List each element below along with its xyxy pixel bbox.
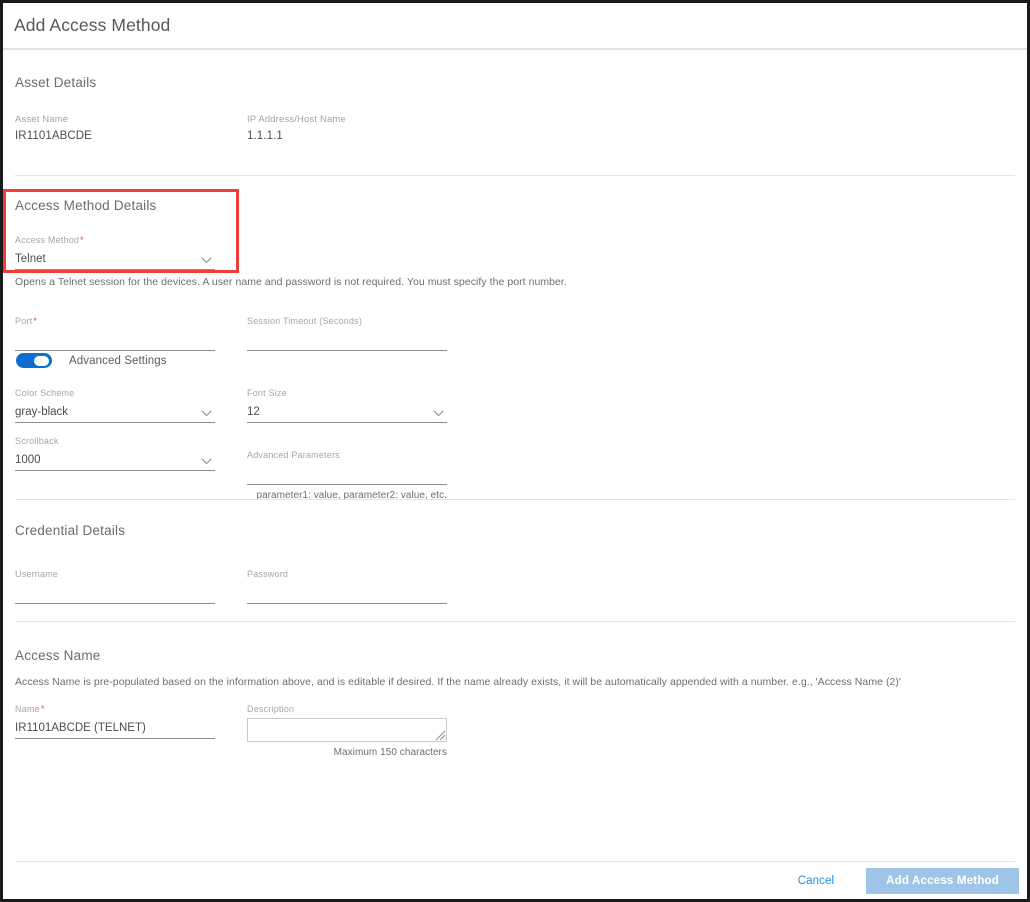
access-method-field: Access Method* [15, 235, 215, 270]
name-field: Name* [15, 704, 215, 739]
font-size-select[interactable] [247, 402, 447, 423]
credential-details-title: Credential Details [15, 523, 126, 538]
username-input[interactable] [15, 586, 215, 604]
ip-host-value: 1.1.1.1 [247, 130, 283, 142]
session-timeout-field: Session Timeout (Seconds) [247, 316, 447, 351]
password-field: Password [247, 569, 447, 604]
advanced-parameters-input[interactable] [247, 467, 447, 485]
access-method-select[interactable] [15, 249, 215, 270]
name-label: Name* [15, 704, 215, 714]
font-size-field: Font Size [247, 388, 447, 423]
access-method-details-section: Access Method Details Access Method* [3, 198, 1027, 270]
asset-details-title: Asset Details [15, 75, 97, 90]
description-textarea[interactable] [247, 718, 447, 742]
access-name-description-text: Access Name is pre-populated based on th… [15, 676, 902, 688]
port-input[interactable] [15, 333, 215, 351]
advanced-parameters-field: Advanced Parameters parameter1: value, p… [247, 450, 447, 501]
port-label-text: Port [15, 316, 33, 326]
dialog-window: Add Access Method Asset Details Asset Na… [0, 0, 1030, 902]
description-label: Description [247, 704, 295, 714]
description-hint: Maximum 150 characters [333, 747, 447, 758]
name-input[interactable] [15, 721, 215, 739]
password-label: Password [247, 569, 289, 579]
scrollback-input[interactable] [15, 453, 215, 471]
access-method-details-title: Access Method Details [15, 198, 157, 213]
asset-name-field: Asset Name IR1101ABCDE [15, 114, 247, 142]
username-label: Username [15, 569, 59, 579]
port-label: Port* [15, 316, 215, 326]
add-access-method-button[interactable]: Add Access Method [866, 867, 1019, 894]
asset-details-section: Asset Details Asset Name IR1101ABCDE IP … [3, 75, 1027, 142]
access-name-title: Access Name [15, 648, 101, 663]
dialog-body: Add Access Method Asset Details Asset Na… [3, 3, 1027, 899]
section-divider-asset [15, 175, 1015, 176]
advanced-parameters-label: Advanced Parameters [247, 450, 340, 460]
session-timeout-input[interactable] [247, 333, 447, 351]
header-divider [3, 48, 1027, 50]
page-title: Add Access Method [14, 15, 171, 35]
access-method-required-marker: * [80, 235, 84, 245]
access-method-input[interactable] [15, 252, 215, 270]
ip-host-field: IP Address/Host Name 1.1.1.1 [247, 114, 479, 142]
access-name-section: Access Name Access Name is pre-populated… [3, 648, 1027, 688]
access-method-label: Access Method* [15, 235, 215, 245]
password-input[interactable] [247, 586, 447, 604]
color-scheme-field: Color Scheme [15, 388, 215, 423]
name-required-marker: * [40, 704, 45, 714]
advanced-settings-label: Advanced Settings [69, 354, 167, 367]
color-scheme-input[interactable] [15, 405, 215, 423]
access-method-label-text: Access Method [15, 235, 80, 245]
asset-name-label: Asset Name [15, 114, 69, 125]
port-required-marker: * [33, 316, 38, 326]
description-textarea-wrap [247, 718, 447, 742]
toggle-knob [34, 355, 49, 366]
scrollback-label: Scrollback [15, 436, 59, 446]
ip-host-label: IP Address/Host Name [247, 114, 346, 125]
access-method-help-text: Opens a Telnet session for the devices. … [15, 276, 567, 288]
color-scheme-label: Color Scheme [15, 388, 75, 398]
font-size-input[interactable] [247, 405, 447, 423]
port-field: Port* [15, 316, 215, 351]
description-field: Description Maximum 150 characters [247, 704, 447, 758]
advanced-settings-toggle-row[interactable]: Advanced Settings [16, 353, 167, 368]
color-scheme-select[interactable] [15, 402, 215, 423]
font-size-label: Font Size [247, 388, 287, 398]
scrollback-select[interactable] [15, 450, 215, 471]
dialog-footer: Cancel Add Access Method [3, 862, 1027, 899]
dialog-header: Add Access Method [3, 3, 1027, 48]
asset-name-value: IR1101ABCDE [15, 130, 92, 142]
advanced-settings-toggle[interactable] [16, 353, 52, 368]
section-divider-access-method [15, 499, 1015, 500]
session-timeout-label: Session Timeout (Seconds) [247, 316, 363, 326]
scrollback-field: Scrollback [15, 436, 215, 471]
username-field: Username [15, 569, 215, 604]
cancel-button[interactable]: Cancel [788, 869, 844, 893]
section-divider-credential [15, 621, 1015, 622]
name-label-text: Name [15, 704, 40, 714]
credential-details-section: Credential Details [3, 523, 1027, 538]
